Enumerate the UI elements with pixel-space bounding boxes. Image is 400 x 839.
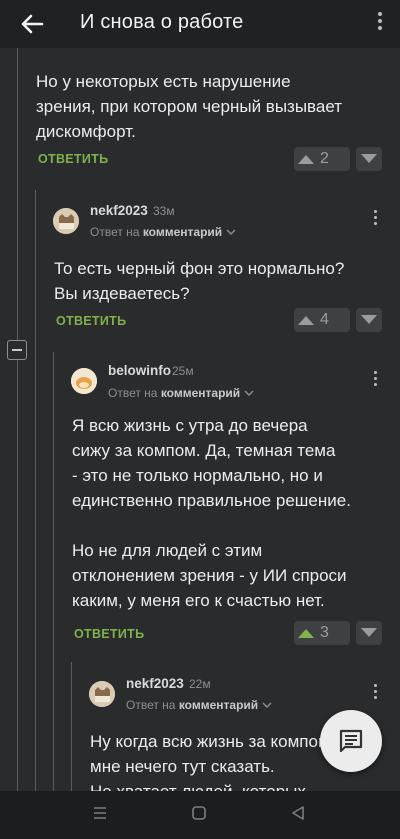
reply-to-prefix: Ответ на [90, 225, 140, 239]
comment-line: сижу за компом. Да, темная тема [72, 441, 336, 460]
comment-line: Вы издеваетесь? [54, 284, 190, 303]
comment-line [72, 513, 387, 538]
vote-widget: 3 [294, 621, 350, 645]
chevron-down-icon [244, 390, 254, 396]
nav-home-button[interactable] [191, 805, 207, 826]
system-nav-bar [0, 791, 400, 839]
downvote-button[interactable] [356, 147, 382, 171]
comment-line: Но не для людей с этим [72, 541, 263, 560]
reply-to-link[interactable]: комментарий [179, 698, 258, 712]
page-title: И снова о работе [80, 11, 244, 33]
comment-time: 33м [153, 204, 175, 218]
vote-count: 2 [320, 150, 329, 167]
comment-time: 25м [172, 364, 194, 378]
comment-line: дискомфорт. [36, 122, 136, 141]
cat-avatar-icon [53, 208, 79, 234]
more-vertical-icon [371, 684, 379, 699]
square-icon [192, 806, 206, 820]
more-vertical-icon [371, 371, 379, 386]
app-bar: И снова о работе [0, 0, 400, 48]
avatar[interactable] [89, 681, 115, 707]
upvote-button[interactable] [294, 308, 318, 332]
comment-time: 22м [189, 677, 211, 691]
vote-count: 4 [320, 311, 329, 328]
downvote-button[interactable] [356, 621, 382, 645]
comment-line: отклонением зрения - у ИИ спроси [72, 566, 347, 585]
avatar[interactable] [71, 368, 97, 394]
more-vertical-icon [371, 210, 379, 225]
reply-to-info: Ответ на комментарий [90, 225, 236, 239]
chevron-down-icon [226, 229, 236, 235]
reply-to-info: Ответ на комментарий [126, 698, 272, 712]
vote-widget: 2 [294, 147, 350, 171]
nav-back-button[interactable] [290, 805, 306, 826]
triangle-up-icon [298, 316, 314, 325]
comment-more-button[interactable] [371, 371, 379, 391]
thread-line [17, 48, 18, 791]
comments-thread[interactable]: Но у некоторых есть нарушение зрения, пр… [0, 48, 400, 791]
thread-line [71, 662, 72, 791]
comment-body: Но у некоторых есть нарушение зрения, пр… [36, 69, 386, 144]
reply-to-info: Ответ на комментарий [108, 386, 254, 400]
triangle-up-icon [298, 629, 314, 638]
menu-icon [94, 807, 106, 819]
username[interactable]: belowinfo [108, 363, 171, 378]
triangle-back-icon [292, 806, 304, 820]
comment-line: зрения, при котором черный вызывает [36, 97, 343, 116]
more-vertical-icon [376, 12, 384, 30]
avatar[interactable] [53, 208, 79, 234]
downvote-button[interactable] [356, 308, 382, 332]
chevron-down-icon [262, 702, 272, 708]
hamster-avatar-icon [71, 368, 97, 394]
collapse-thread-button[interactable] [7, 340, 27, 360]
write-comment-button[interactable] [320, 710, 382, 772]
triangle-down-icon [361, 628, 377, 637]
username[interactable]: nekf2023 [126, 676, 184, 691]
reply-button[interactable]: ОТВЕТИТЬ [74, 627, 144, 641]
triangle-up-icon [298, 155, 314, 164]
comment-line: единственно правильное решение. [72, 491, 351, 510]
upvote-button[interactable] [294, 621, 318, 645]
reply-to-link[interactable]: комментарий [143, 225, 222, 239]
reply-button[interactable]: ОТВЕТИТЬ [56, 314, 126, 328]
username[interactable]: nekf2023 [90, 203, 148, 218]
vote-count: 3 [320, 624, 329, 641]
comment-line: То есть черный фон это нормально? [54, 259, 345, 278]
reply-to-prefix: Ответ на [108, 386, 158, 400]
upvote-button[interactable] [294, 147, 318, 171]
comment-line: Но у некоторых есть нарушение [36, 72, 291, 91]
thread-line [35, 190, 36, 791]
comment-more-button[interactable] [371, 684, 379, 704]
comment-line: - это не только нормально, но и [72, 466, 323, 485]
comment-line: Я всю жизнь с утра до вечера [72, 416, 308, 435]
arrow-left-icon [21, 14, 44, 34]
comment-icon [339, 729, 363, 753]
more-options-button[interactable] [376, 12, 384, 36]
comment-line: каким, у меня его к счастью нет. [72, 591, 325, 610]
reply-button[interactable]: ОТВЕТИТЬ [38, 152, 108, 166]
comment-body: Я всю жизнь с утра до вечера сижу за ком… [72, 413, 387, 613]
comment-line: Не хватает людей, которых [90, 779, 390, 791]
back-button[interactable] [18, 12, 46, 36]
vote-widget: 4 [294, 308, 350, 332]
triangle-down-icon [361, 315, 377, 324]
reply-to-link[interactable]: комментарий [161, 386, 240, 400]
comment-body: То есть черный фон это нормально? Вы изд… [54, 256, 384, 306]
thread-line [53, 352, 54, 791]
reply-to-prefix: Ответ на [126, 698, 176, 712]
comment-more-button[interactable] [371, 210, 379, 230]
triangle-down-icon [361, 154, 377, 163]
cat-avatar-icon [89, 681, 115, 707]
nav-recents-button[interactable] [92, 805, 108, 826]
